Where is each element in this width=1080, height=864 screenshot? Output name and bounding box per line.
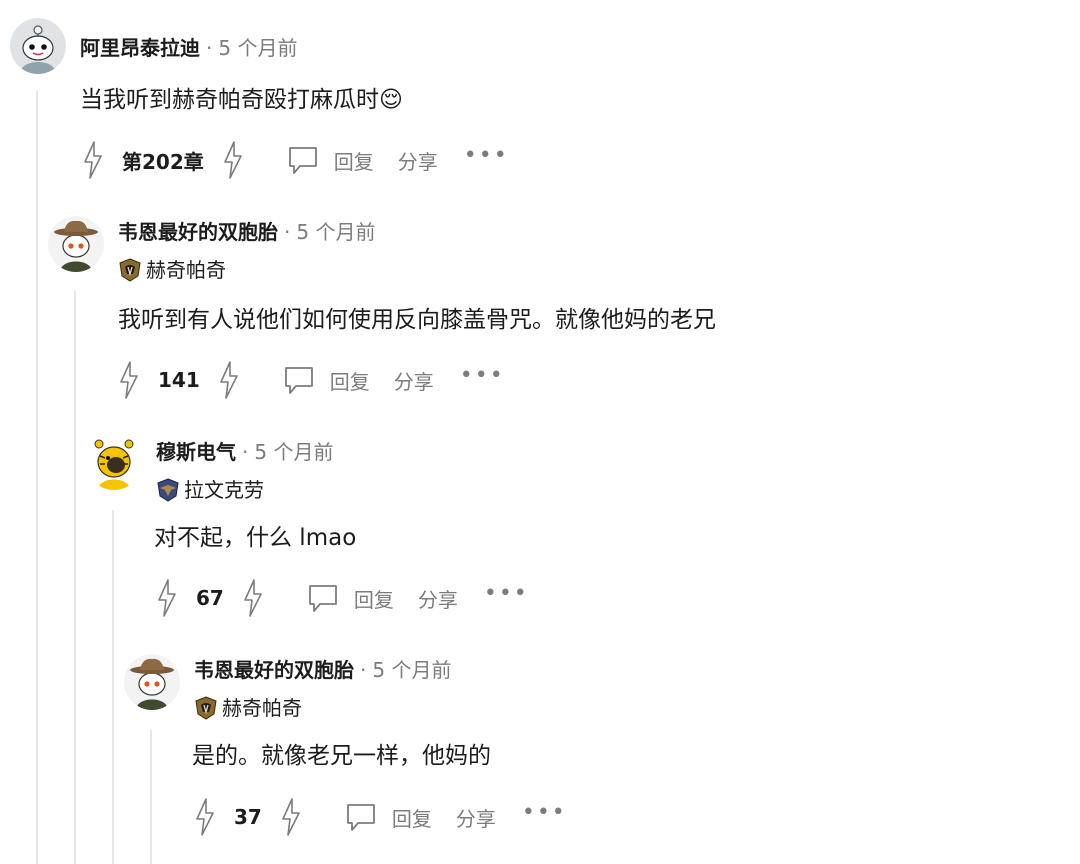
user-flair: 赫奇帕奇: [194, 694, 302, 722]
ellipsis-icon[interactable]: •••: [484, 583, 529, 605]
badger-crest-icon: [194, 696, 218, 720]
comment-body: 是的。就像老兄一样，他妈的: [192, 743, 491, 769]
timestamp[interactable]: 5 个月前: [372, 656, 451, 684]
reply-button[interactable]: 回复: [334, 146, 374, 175]
avatar[interactable]: [86, 434, 142, 490]
avatar[interactable]: [48, 216, 104, 272]
downvote-icon[interactable]: [240, 578, 266, 618]
flair-label: 拉文克劳: [184, 478, 264, 502]
speech-bubble-icon[interactable]: [282, 363, 316, 397]
timestamp[interactable]: 5 个月前: [218, 34, 297, 62]
comment-body: 当我听到赫奇帕奇殴打麻瓜时😌: [80, 87, 403, 113]
username[interactable]: 穆斯电气: [156, 438, 236, 466]
snoo-avatar-icon: [10, 18, 66, 74]
reply-button[interactable]: 回复: [354, 584, 394, 613]
user-flair: 拉文克劳: [156, 476, 264, 504]
timestamp[interactable]: 5 个月前: [296, 218, 375, 246]
meta-separator: ·: [360, 658, 367, 682]
ellipsis-icon[interactable]: •••: [522, 802, 567, 824]
vote-score: 141: [158, 368, 200, 392]
meta-separator: ·: [284, 220, 291, 244]
flair-label: 赫奇帕奇: [222, 696, 302, 720]
comment-body: 对不起，什么 lmao: [154, 525, 357, 551]
username[interactable]: 韦恩最好的双胞胎: [118, 218, 278, 246]
flair-label: 赫奇帕奇: [146, 258, 226, 282]
upvote-icon[interactable]: [154, 578, 180, 618]
thread-line-level-2[interactable]: [74, 290, 76, 864]
upvote-icon[interactable]: [116, 360, 142, 400]
meta-separator: ·: [242, 440, 249, 464]
ellipsis-icon[interactable]: •••: [464, 145, 509, 167]
snoo-tiger-avatar-icon: [86, 434, 142, 490]
share-button[interactable]: 分享: [398, 146, 438, 175]
ellipsis-icon[interactable]: •••: [460, 365, 505, 387]
thread-line-level-1[interactable]: [36, 90, 38, 864]
badger-crest-icon: [118, 258, 142, 282]
speech-bubble-icon[interactable]: [306, 581, 340, 615]
share-button[interactable]: 分享: [456, 803, 496, 832]
meta-separator: ·: [206, 36, 213, 60]
downvote-icon[interactable]: [220, 140, 246, 180]
snoo-cowboy-avatar-icon: [124, 654, 180, 710]
downvote-icon[interactable]: [278, 797, 304, 837]
speech-bubble-icon[interactable]: [344, 800, 378, 834]
snoo-cowboy-avatar-icon: [48, 216, 104, 272]
upvote-icon[interactable]: [80, 140, 106, 180]
downvote-icon[interactable]: [216, 360, 242, 400]
timestamp[interactable]: 5 个月前: [254, 438, 333, 466]
thread-line-level-4[interactable]: [150, 730, 152, 864]
avatar[interactable]: [124, 654, 180, 710]
vote-score: 第202章: [122, 149, 204, 174]
user-flair: 赫奇帕奇: [118, 256, 226, 284]
share-button[interactable]: 分享: [394, 366, 434, 395]
upvote-icon[interactable]: [192, 797, 218, 837]
reply-button[interactable]: 回复: [330, 366, 370, 395]
username[interactable]: 阿里昂泰拉迪: [80, 34, 200, 62]
vote-score: 67: [196, 586, 224, 610]
vote-score: 37: [234, 805, 262, 829]
eagle-crest-icon: [156, 478, 180, 502]
share-button[interactable]: 分享: [418, 584, 458, 613]
comment-body: 我听到有人说他们如何使用反向膝盖骨咒。就像他妈的老兄: [118, 307, 716, 333]
reply-button[interactable]: 回复: [392, 803, 432, 832]
avatar[interactable]: [10, 18, 66, 74]
thread-line-level-3[interactable]: [112, 510, 114, 864]
username[interactable]: 韦恩最好的双胞胎: [194, 656, 354, 684]
speech-bubble-icon[interactable]: [286, 143, 320, 177]
